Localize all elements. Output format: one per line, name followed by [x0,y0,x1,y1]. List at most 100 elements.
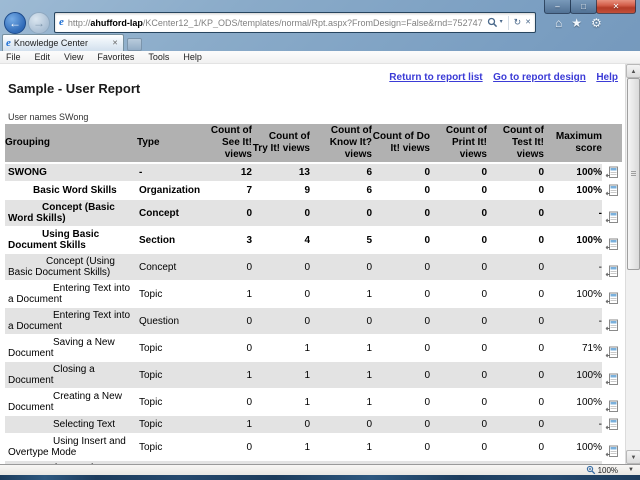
maximize-button[interactable]: □ [570,0,597,14]
report-details-icon[interactable] [605,184,618,197]
report-details-icon[interactable] [605,166,618,179]
cell-type: Question [137,308,197,334]
url-text[interactable]: http://ahufford-lap/KCenter12_1/KP_ODS/t… [68,18,487,28]
cell-maximum-score: - [544,308,602,334]
report-details-icon[interactable] [605,265,618,278]
scroll-up-button[interactable]: ▲ [626,64,640,78]
cell-print-it-views: 0 [430,254,487,280]
cell-see-it-views: 0 [246,441,252,453]
close-icon: ✕ [612,2,620,11]
cell-print-it-views: 0 [430,362,487,388]
cell-type: - [137,164,197,181]
cell-type: Concept [137,254,197,280]
report-details-icon[interactable] [605,211,618,224]
report-details-icon[interactable] [605,346,618,359]
new-tab-button[interactable] [127,38,142,51]
stop-icon[interactable]: ✕ [523,18,533,27]
refresh-icon[interactable]: ↻ [512,18,524,27]
cell-maximum-score: 71% [581,342,602,354]
row-icon-cell [602,389,622,415]
report-links: Return to report list Go to report desig… [0,64,625,83]
cell-try-it-views: 0 [252,200,310,226]
report-details-icon[interactable] [605,238,618,251]
header-icon-spacer [602,124,622,162]
cell-print-it-views: 0 [481,396,487,408]
tab-title: Knowledge Center [13,38,88,48]
user-filter-label: User names SWong [8,112,89,122]
menu-favorites[interactable]: Favorites [97,52,134,62]
tab-close-icon[interactable]: ✕ [110,39,120,47]
favorites-star-icon[interactable]: ★ [571,16,582,30]
ie-favicon: e [59,16,64,28]
cell-see-it-views: 0 [197,254,252,280]
cell-do-it-views: 0 [424,342,430,354]
address-bar[interactable]: e http://ahufford-lap/KCenter12_1/KP_ODS… [54,12,536,33]
table-row: Basic Word Skills Organization 7 9 6 0 0… [5,182,622,200]
search-icon[interactable] [487,17,498,28]
return-to-report-list-link[interactable]: Return to report list [389,72,482,83]
cell-maximum-score: 100% [576,185,602,196]
tab-knowledge-center[interactable]: e Knowledge Center ✕ [2,34,124,51]
table-row: Entering Text into a Document Topic 1 0 … [5,281,622,308]
table-row: Selecting Text Topic 1 0 0 0 0 0 - [5,416,622,434]
report-details-icon[interactable] [605,292,618,305]
cell-print-it-views: 0 [481,288,487,300]
back-button[interactable]: ← [4,11,26,34]
cell-test-it-views: 0 [538,441,544,453]
cell-do-it-views: 0 [424,288,430,300]
menu-view[interactable]: View [64,52,83,62]
menu-edit[interactable]: Edit [35,52,51,62]
cell-know-it-views: 0 [310,416,372,433]
report-details-icon[interactable] [605,400,618,413]
report-details-icon[interactable] [605,373,618,386]
zoom-magnifier-icon [586,465,595,475]
report-details-icon[interactable] [605,445,618,458]
menu-tools[interactable]: Tools [148,52,169,62]
cell-do-it-views: 0 [424,185,430,196]
menu-file[interactable]: File [6,52,21,62]
header-maximum-score: Maximum score [555,131,602,154]
help-link[interactable]: Help [596,72,618,83]
close-button[interactable]: ✕ [596,0,636,14]
cell-try-it-views: 1 [304,396,310,408]
cell-grouping: Selecting Text [5,416,137,433]
cell-know-it-views: 1 [366,288,372,300]
report-details-icon[interactable] [605,319,618,332]
cell-know-it-views: 1 [366,396,372,408]
table-row: Using Insert and Overtype Mode Topic 0 1… [5,434,622,461]
cell-test-it-views: 0 [487,200,544,226]
cell-see-it-views: 7 [246,185,252,196]
menu-help[interactable]: Help [183,52,202,62]
cell-print-it-views: 0 [430,164,487,181]
cell-grouping: Closing a Document [5,362,137,388]
cell-type: Topic [139,441,163,453]
vertical-scrollbar[interactable]: ▲ ▼ [625,64,640,464]
address-dropdown-icon[interactable]: ▾ [498,18,505,27]
cell-know-it-views: 6 [310,164,372,181]
row-icon-cell [602,200,622,226]
cell-try-it-views: 0 [252,416,310,433]
header-see-it-views: Count of See It! views [210,125,252,160]
row-icon-cell [602,308,622,334]
zoom-control[interactable]: 100% ▼ [586,465,634,475]
home-icon[interactable]: ⌂ [555,16,562,30]
cell-test-it-views: 0 [487,308,544,334]
forward-button[interactable]: → [28,11,50,34]
cell-grouping: Using Insert and Overtype Mode [8,436,126,458]
tools-gear-icon[interactable]: ⚙ [591,16,602,30]
report-details-icon[interactable] [605,418,618,431]
menu-bar: File Edit View Favorites Tools Help [0,51,640,64]
zoom-caret-icon[interactable]: ▼ [628,467,634,473]
header-print-it-views: Count of Print It! views [445,125,487,160]
cell-type: Topic [139,396,163,408]
row-icon-cell [602,227,622,253]
cell-print-it-views: 0 [430,200,487,226]
scrollbar-thumb[interactable] [627,78,640,270]
go-to-report-design-link[interactable]: Go to report design [493,72,586,83]
minimize-button[interactable]: – [544,0,571,14]
table-row: Using Basic Document Skills Section 3 4 … [5,227,622,254]
header-test-it-views: Count of Test It! views [502,125,544,160]
scroll-down-button[interactable]: ▼ [626,450,640,464]
report-page: Return to report list Go to report desig… [0,64,625,464]
cell-print-it-views: 0 [481,234,487,246]
